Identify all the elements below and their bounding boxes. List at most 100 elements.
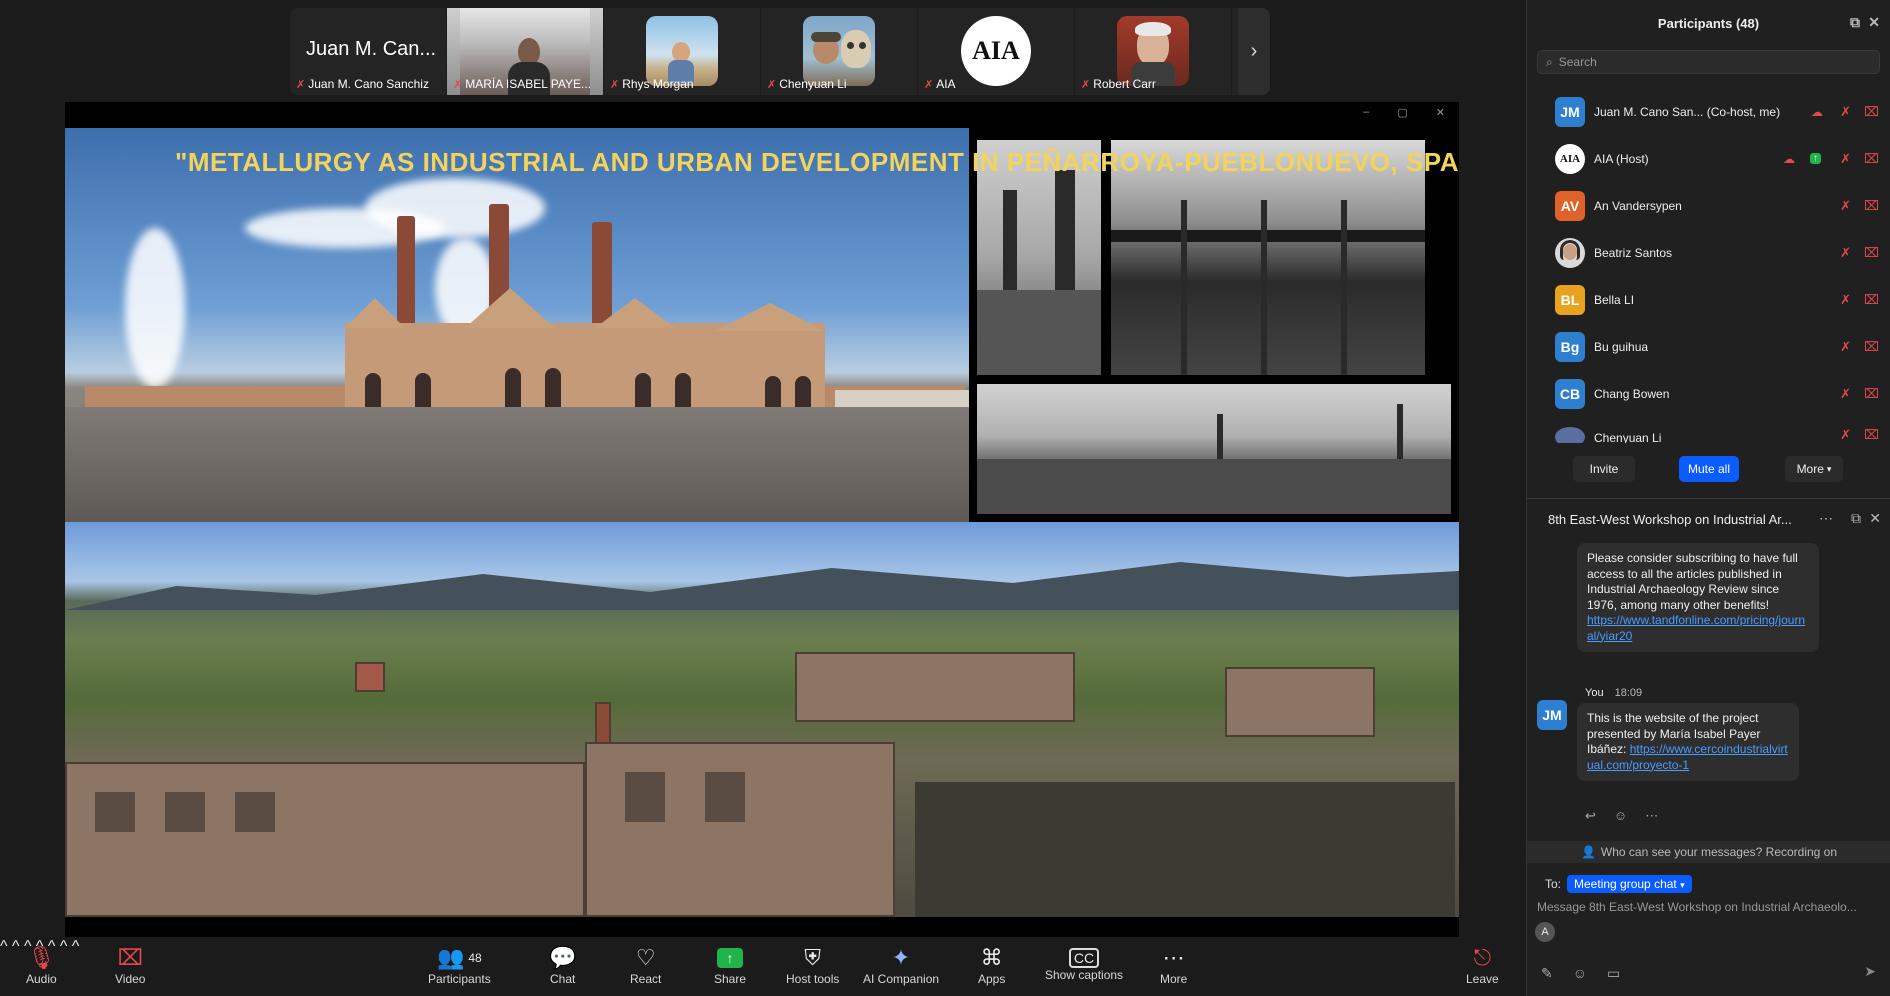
participants-button[interactable]: 👥 48 Participants xyxy=(428,944,491,986)
participant-avatar xyxy=(1117,16,1189,86)
captions-icon: CC xyxy=(1068,948,1100,968)
shared-window-controls: – ▢ ✕ xyxy=(1363,106,1445,119)
participant-row[interactable]: Chenyuan Li ✗ ⌧ xyxy=(1527,417,1890,443)
mic-muted-icon[interactable]: ✗ xyxy=(1840,292,1851,308)
video-off-icon[interactable]: ⌧ xyxy=(1864,427,1879,443)
video-tile[interactable]: ✗ Rhys Morgan xyxy=(604,8,761,95)
popout-icon[interactable]: ⧉ xyxy=(1850,14,1860,31)
chat-button[interactable]: 💬 Chat xyxy=(549,944,576,986)
participants-header: Participants (48) ⧉ ✕ xyxy=(1527,0,1890,46)
close-icon[interactable]: ✕ xyxy=(1868,14,1880,31)
participant-row[interactable]: Beatriz Santos ✗ ⌧ xyxy=(1527,229,1890,276)
participant-row[interactable]: AIA AIA (Host) ☁ ↑ ✗ ⌧ xyxy=(1527,135,1890,182)
video-tile[interactable]: ✗ MARÍA ISABEL PAYE... xyxy=(447,8,604,95)
message-meta: You 18:09 xyxy=(1585,687,1642,699)
close-icon[interactable]: ✕ xyxy=(1869,510,1881,527)
tile-name-label: ✗ Rhys Morgan xyxy=(610,77,694,91)
avatar: AIA xyxy=(1555,143,1585,174)
sender-avatar: JM xyxy=(1537,700,1567,730)
person-icon: 👤 xyxy=(1580,845,1596,859)
chat-more-icon[interactable]: ⋯ xyxy=(1819,510,1833,527)
mic-muted-icon[interactable]: ✗ xyxy=(1840,427,1851,443)
video-off-icon[interactable]: ⌧ xyxy=(1864,339,1879,355)
next-page-chevron-icon[interactable]: › xyxy=(1238,8,1270,95)
sender-name: You xyxy=(1585,687,1604,699)
shared-screen: – ▢ ✕ "METALLURGY AS INDUSTRIAL AND URBA… xyxy=(65,102,1459,937)
video-off-icon[interactable]: ⌧ xyxy=(1864,386,1879,402)
video-options-chevron-icon[interactable]: ^ xyxy=(12,938,20,955)
mic-muted-icon: ✗ xyxy=(924,78,934,91)
participant-row[interactable]: AV An Vandersypen ✗ ⌧ xyxy=(1527,182,1890,229)
emoji-icon[interactable]: ☺ xyxy=(1573,965,1587,982)
video-button[interactable]: ⌧ Video xyxy=(115,944,145,986)
message-input[interactable]: Message 8th East-West Workshop on Indust… xyxy=(1537,900,1882,914)
apps-options-chevron-icon[interactable]: ^ xyxy=(60,938,68,955)
host-tools-button[interactable]: ⛨ Host tools xyxy=(786,944,839,986)
recipient-selector[interactable]: Meeting group chat ▾ xyxy=(1567,875,1692,893)
participant-row[interactable]: CB Chang Bowen ✗ ⌧ xyxy=(1527,370,1890,417)
file-icon[interactable]: ▭ xyxy=(1607,965,1620,982)
mic-muted-icon[interactable]: ✗ xyxy=(1840,386,1851,402)
leave-button[interactable]: ⎋ Leave xyxy=(1466,944,1499,986)
participant-row[interactable]: BL Bella LI ✗ ⌧ xyxy=(1527,276,1890,323)
mic-muted-icon[interactable]: ✗ xyxy=(1840,198,1851,214)
video-off-icon: ⌧ xyxy=(117,945,143,970)
reply-icon[interactable]: ↩ xyxy=(1585,808,1596,824)
chat-title: 8th East-West Workshop on Industrial Ar.… xyxy=(1548,511,1792,527)
send-icon[interactable]: ➤ xyxy=(1864,963,1876,980)
chat-message: This is the website of the project prese… xyxy=(1577,703,1799,781)
captions-options-chevron-icon[interactable]: ^ xyxy=(72,938,80,955)
invite-button[interactable]: Invite xyxy=(1573,456,1635,482)
apps-button[interactable]: ⌘ Apps xyxy=(978,944,1005,986)
message-link[interactable]: https://www.tandfonline.com/pricing/jour… xyxy=(1587,613,1805,643)
tile-name-label: ✗ Chenyuan Li xyxy=(767,77,847,91)
video-tile[interactable]: AIA ✗ AIA xyxy=(918,8,1075,95)
video-off-icon[interactable]: ⌧ xyxy=(1864,292,1879,308)
video-off-icon[interactable]: ⌧ xyxy=(1864,198,1879,214)
audio-options-chevron-icon[interactable]: ^ xyxy=(0,938,8,955)
participant-row[interactable]: JM Juan M. Cano San... (Co-host, me) ☁ ✗… xyxy=(1527,88,1890,135)
video-tile[interactable]: Juan M. Can... ✗ Juan M. Cano Sanchiz xyxy=(290,8,447,95)
aerial-view-photo xyxy=(65,522,1459,917)
mic-muted-icon: ✗ xyxy=(610,78,620,91)
participants-count: 48 xyxy=(468,951,482,965)
video-tile[interactable]: ✗ Chenyuan Li xyxy=(761,8,918,95)
share-button[interactable]: ↑ Share xyxy=(714,944,746,986)
avatar: AV xyxy=(1555,190,1585,221)
chat-icon: 💬 xyxy=(549,945,577,970)
more-options-button[interactable]: More ▾ xyxy=(1785,456,1843,482)
mute-all-button[interactable]: Mute all xyxy=(1679,456,1739,482)
video-tile[interactable]: ✗ Robert Carr xyxy=(1075,8,1232,95)
minimize-icon: – xyxy=(1363,106,1370,118)
chevron-down-icon: ▾ xyxy=(1680,880,1685,890)
mic-muted-icon[interactable]: ✗ xyxy=(1840,104,1851,120)
avatar: JM xyxy=(1555,96,1585,127)
format-icon[interactable]: ✎ xyxy=(1541,965,1553,982)
emoji-react-icon[interactable]: ☺ xyxy=(1614,808,1627,824)
more-button[interactable]: ⋯ More xyxy=(1160,944,1187,986)
video-off-icon[interactable]: ⌧ xyxy=(1864,245,1879,261)
input-avatar: A xyxy=(1535,922,1555,942)
participant-row[interactable]: Bg Bu guihua ✗ ⌧ xyxy=(1527,323,1890,370)
tile-big-name: Juan M. Can... xyxy=(306,38,437,60)
ai-companion-button[interactable]: ✦ AI Companion xyxy=(863,944,939,986)
participant-name: An Vandersypen xyxy=(1594,198,1682,213)
close-icon: ✕ xyxy=(1435,107,1445,119)
chat-visibility-notice[interactable]: 👤 Who can see your messages? Recording o… xyxy=(1527,841,1890,863)
participant-name: Chang Bowen xyxy=(1594,386,1670,401)
show-captions-button[interactable]: CC Show captions xyxy=(1045,944,1123,982)
mic-muted-icon[interactable]: ✗ xyxy=(1840,245,1851,261)
popout-icon[interactable]: ⧉ xyxy=(1851,510,1861,527)
audio-button[interactable]: 🎙 Audio xyxy=(26,944,57,986)
message-actions: ↩ ☺ ⋯ xyxy=(1585,808,1658,824)
mic-muted-icon[interactable]: ✗ xyxy=(1840,339,1851,355)
more-dots-icon: ⋯ xyxy=(1162,945,1185,970)
search-input[interactable]: ⌕ Search xyxy=(1537,50,1880,74)
more-dots-icon[interactable]: ⋯ xyxy=(1645,808,1658,824)
video-off-icon[interactable]: ⌧ xyxy=(1864,151,1879,167)
video-off-icon[interactable]: ⌧ xyxy=(1864,104,1879,120)
mic-muted-icon[interactable]: ✗ xyxy=(1840,151,1851,167)
react-button[interactable]: ♡ React xyxy=(630,944,661,986)
apps-icon: ⌘ xyxy=(980,945,1003,970)
avatar xyxy=(1555,237,1585,268)
